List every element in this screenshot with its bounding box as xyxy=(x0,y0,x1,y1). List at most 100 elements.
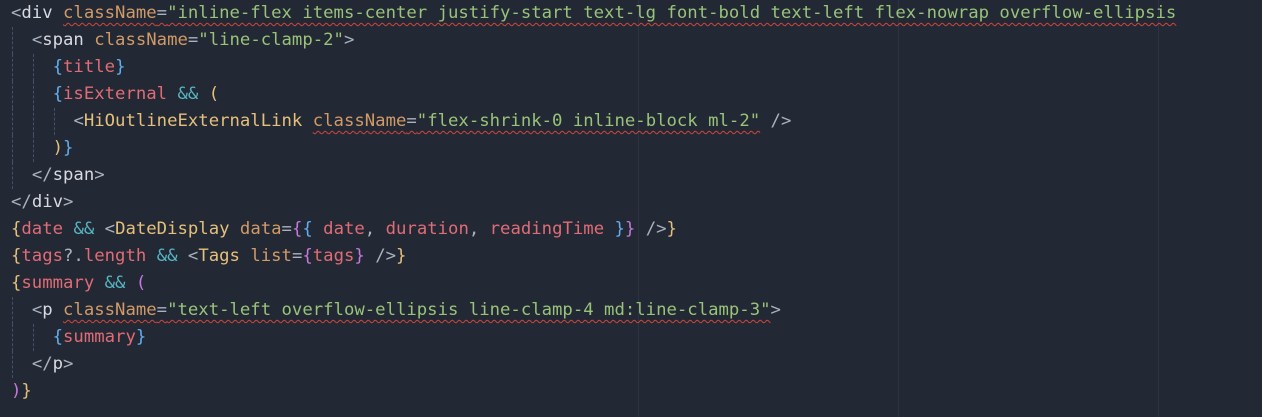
code-token: "text-left overflow-ellipsis line-clamp-… xyxy=(167,300,771,320)
code-token: } xyxy=(115,57,126,77)
indent-guide xyxy=(12,27,13,54)
indent-guide xyxy=(32,81,34,108)
indent-guide xyxy=(32,54,34,81)
code-token: > xyxy=(63,192,74,212)
code-token: "line-clamp-2" xyxy=(198,30,344,50)
code-line[interactable]: {summary && ( xyxy=(0,270,1262,297)
code-token: > xyxy=(343,30,355,50)
indent-guide xyxy=(12,351,13,378)
code-token: ) xyxy=(11,381,22,401)
code-line[interactable]: {summary} xyxy=(0,324,1262,351)
code-token: } xyxy=(614,219,625,239)
code-line[interactable]: </div> xyxy=(0,189,1262,216)
code-token: ( xyxy=(208,84,220,104)
code-token: { xyxy=(11,246,22,266)
code-line[interactable]: </span> xyxy=(0,162,1262,189)
code-token: DateDisplay xyxy=(115,219,230,239)
code-token: /> xyxy=(375,246,397,266)
code-line[interactable]: {date && <DateDisplay data={{ date, dura… xyxy=(0,216,1262,243)
indent-guide xyxy=(12,81,13,108)
code-token: = xyxy=(281,219,292,239)
code-token: isExternal xyxy=(63,84,168,104)
code-token: duration xyxy=(385,219,469,239)
code-token: } xyxy=(63,138,74,158)
code-token: data xyxy=(239,219,282,239)
code-line[interactable]: </p> xyxy=(0,351,1262,378)
code-token: { xyxy=(291,219,303,239)
code-token: } xyxy=(624,219,636,239)
code-editor[interactable]: <div className="inline-flex items-center… xyxy=(0,0,1262,417)
code-token: className xyxy=(94,30,188,50)
code-token: /> xyxy=(645,219,667,239)
indent-guide xyxy=(12,324,13,351)
indent-guide xyxy=(12,135,13,162)
code-token: { xyxy=(302,219,313,239)
code-token: tags xyxy=(21,246,64,266)
code-token: length xyxy=(83,246,147,266)
code-token: </ xyxy=(31,354,53,374)
code-token: < xyxy=(73,111,84,131)
code-token: } xyxy=(135,327,147,347)
code-token: tags xyxy=(312,246,355,266)
code-token: "flex-shrink-0 inline-block ml-2" xyxy=(416,111,761,131)
code-line[interactable]: <span className="line-clamp-2"> xyxy=(0,27,1262,54)
code-token: = xyxy=(156,300,168,320)
code-line[interactable]: {isExternal && ( xyxy=(0,81,1262,108)
code-line[interactable]: )} xyxy=(0,135,1262,162)
code-line[interactable]: {title} xyxy=(0,54,1262,81)
code-token: ) xyxy=(52,138,64,158)
code-token: date xyxy=(21,219,64,239)
code-token: = xyxy=(291,246,303,266)
code-token: } xyxy=(396,246,407,266)
code-token: > xyxy=(63,354,74,374)
code-line[interactable]: <div className="inline-flex items-center… xyxy=(0,0,1262,27)
code-token: className xyxy=(63,300,157,320)
code-token: && xyxy=(73,219,95,239)
indent-guide xyxy=(12,54,13,81)
code-token: span xyxy=(42,30,84,50)
code-token: , xyxy=(468,219,490,239)
code-token: < xyxy=(187,246,199,266)
code-line[interactable]: )} xyxy=(0,378,1262,405)
code-token: && xyxy=(104,273,126,293)
code-token: { xyxy=(52,327,64,347)
indent-guide xyxy=(32,135,34,162)
code-token: { xyxy=(11,273,22,293)
code-token: = xyxy=(406,111,417,131)
code-token: , xyxy=(364,219,386,239)
code-token: { xyxy=(52,84,64,104)
code-token: span xyxy=(52,165,95,185)
code-token: div xyxy=(31,192,64,212)
code-line[interactable]: <HiOutlineExternalLink className="flex-s… xyxy=(0,108,1262,135)
code-token: readingTime xyxy=(489,219,605,239)
code-token: HiOutlineExternalLink xyxy=(83,111,303,131)
code-token: { xyxy=(52,57,64,77)
indent-guide xyxy=(32,324,34,351)
code-token: > xyxy=(94,165,105,185)
code-token: className xyxy=(312,111,407,131)
code-line[interactable]: <p className="text-left overflow-ellipsi… xyxy=(0,297,1262,324)
indent-guide xyxy=(53,108,55,135)
code-token: Tags xyxy=(198,246,240,266)
code-token: div xyxy=(21,3,53,23)
code-token: { xyxy=(302,246,313,266)
code-line[interactable]: {tags?.length && <Tags list={tags} />} xyxy=(0,243,1262,270)
